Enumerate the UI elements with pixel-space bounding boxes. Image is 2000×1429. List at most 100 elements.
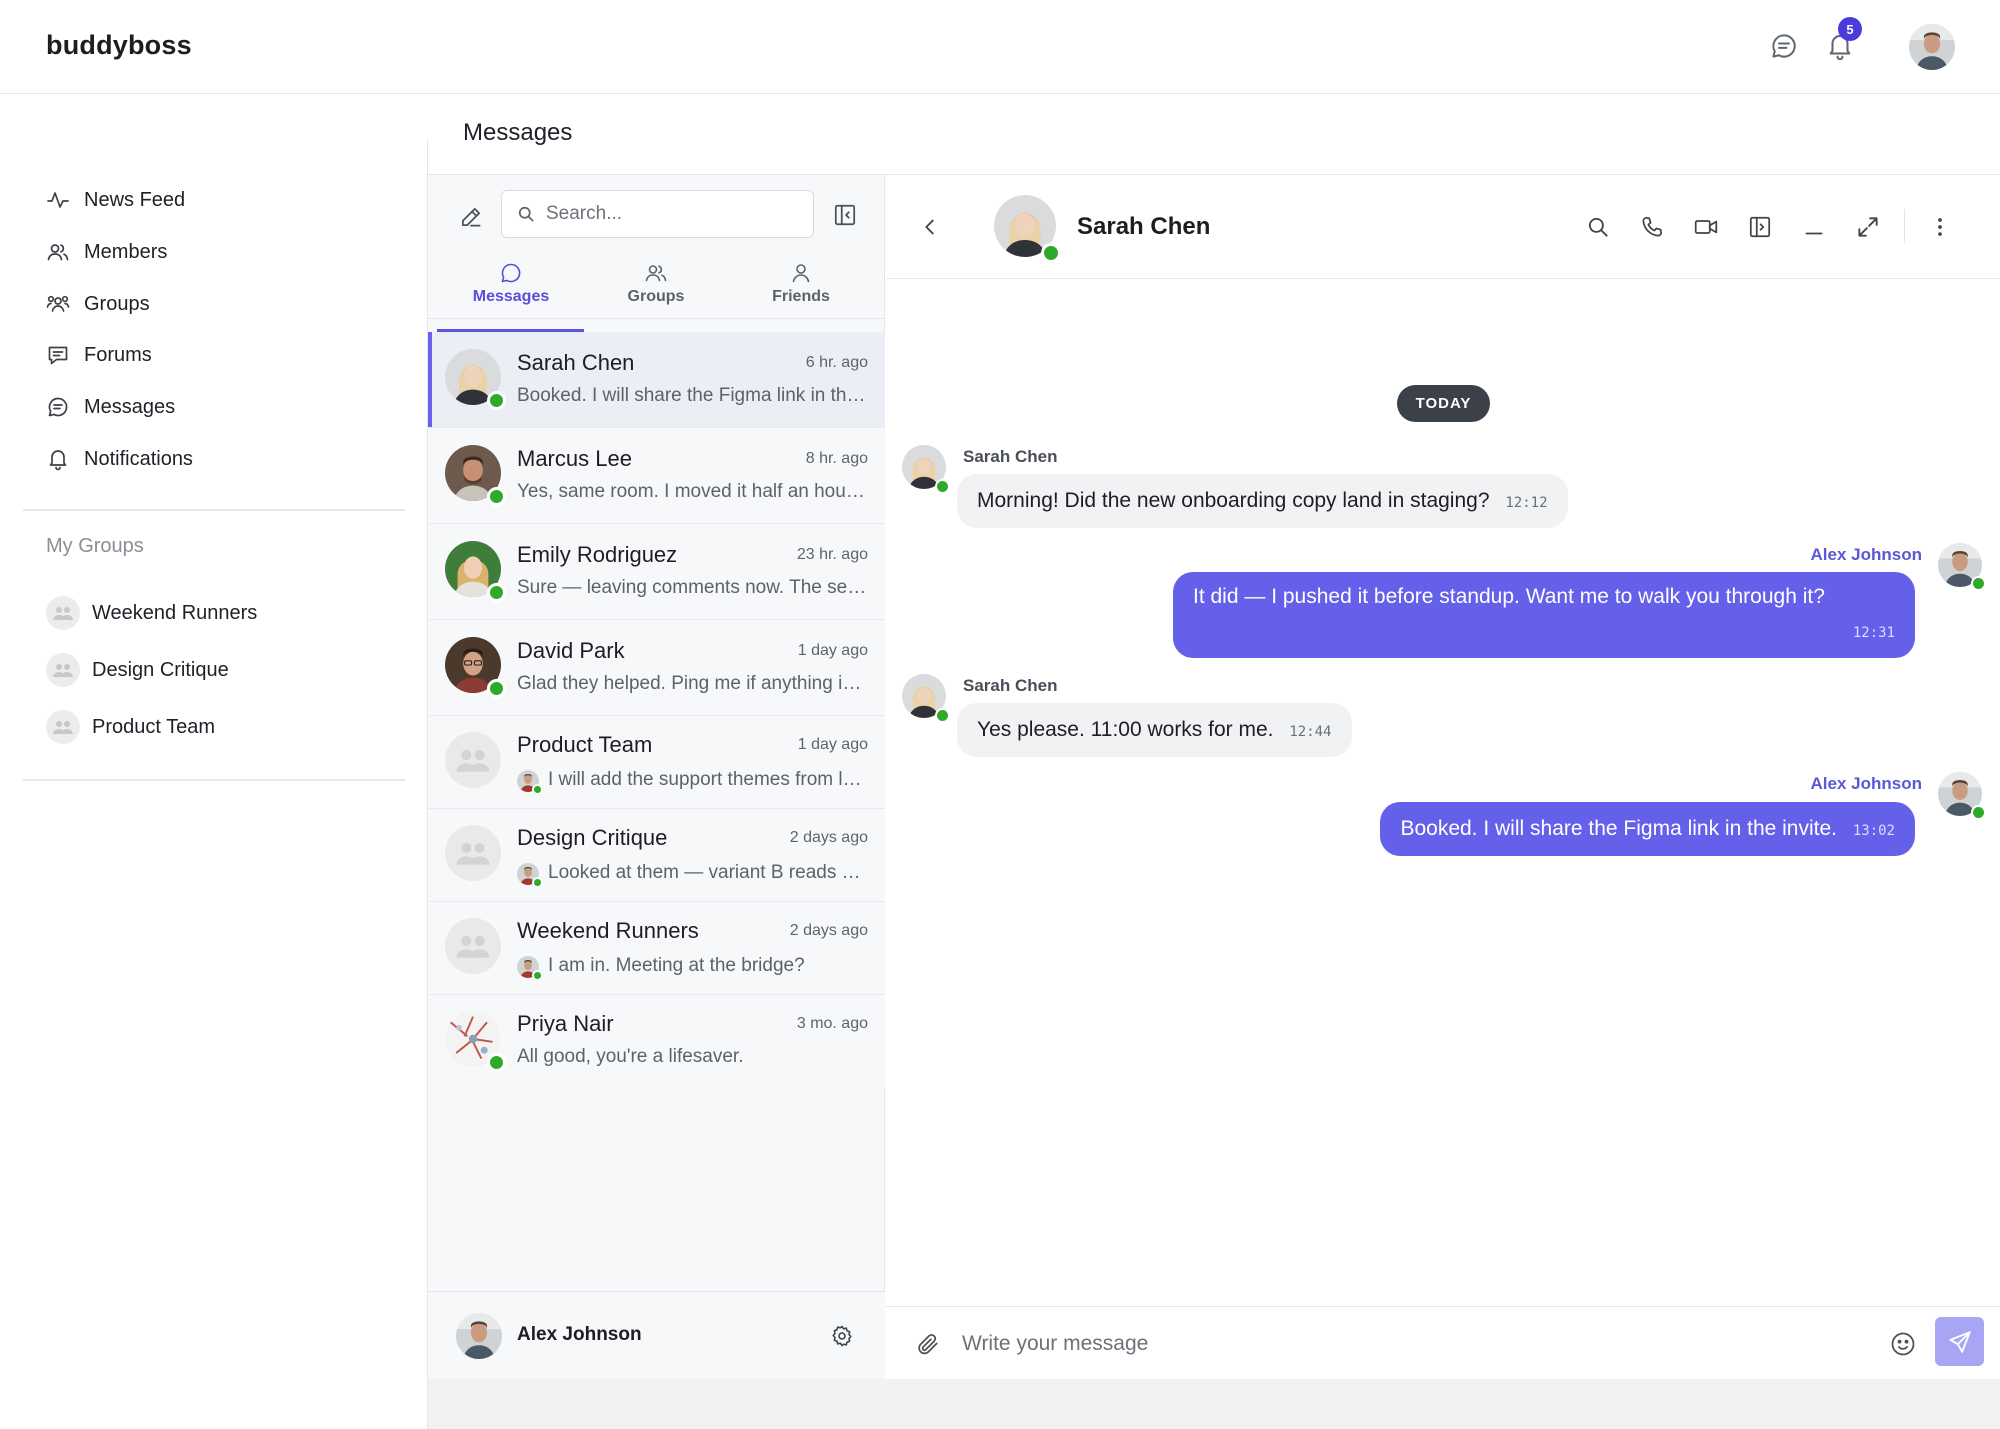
back-button[interactable] (914, 211, 946, 243)
smiley-icon (1891, 1332, 1915, 1356)
conversation-item[interactable]: Product Team 1 day ago I will add the su… (428, 716, 885, 809)
conversation-time: 23 hr. ago (796, 546, 868, 563)
header-separator (1904, 209, 1905, 243)
search-conversation-button[interactable] (1581, 210, 1615, 244)
toggle-details-button[interactable] (1743, 210, 1777, 244)
attach-button[interactable] (911, 1327, 945, 1361)
message-text: It did — I pushed it before standup. Wan… (1193, 585, 1825, 608)
page-title: Messages (463, 119, 573, 146)
conversation-item[interactable]: Weekend Runners 2 days ago I am in. Meet… (428, 902, 885, 995)
online-status-dot (487, 583, 506, 602)
current-user-bar: Alex Johnson (428, 1291, 885, 1379)
more-options-button[interactable] (1923, 210, 1957, 244)
search-icon (1588, 217, 1608, 237)
conversation-panel: Messages Groups Friends Sarah Chen 6 hr.… (428, 175, 885, 1379)
collapse-panel-button[interactable] (828, 198, 862, 232)
my-group-weekend-runners[interactable]: Weekend Runners (46, 595, 257, 631)
online-status-dot (487, 487, 506, 506)
conversation-item[interactable]: Design Critique 2 days ago Looked at the… (428, 809, 885, 902)
conversation-preview: Looked at them — variant B reads cleaner… (548, 862, 867, 883)
conversation-item[interactable]: Priya Nair 3 mo. ago All good, you're a … (428, 995, 885, 1088)
conversation-item[interactable]: Marcus Lee 8 hr. ago Yes, same room. I m… (428, 428, 885, 524)
conversation-preview: All good, you're a lifesaver. (517, 1046, 744, 1067)
group-avatar-icon (445, 918, 501, 974)
nav-item-news-feed[interactable]: News Feed (46, 182, 185, 218)
messages-top-icon[interactable] (1766, 28, 1802, 64)
send-button[interactable] (1935, 1317, 1984, 1366)
nav-item-notifications[interactable]: Notifications (46, 441, 193, 477)
my-group-design-critique[interactable]: Design Critique (46, 652, 229, 688)
message-bubble: Booked. I will share the Figma link in t… (1380, 802, 1915, 856)
conversation-name: Product Team (517, 732, 653, 757)
sidebar-expand-icon (1749, 216, 1771, 238)
expand-button[interactable] (1851, 210, 1885, 244)
left-sidebar: News Feed Members Groups Forums Messages… (0, 95, 428, 1429)
online-status-dot (1041, 243, 1061, 263)
conversation-preview: I will add the support themes from last … (548, 769, 867, 790)
gear-icon (832, 1325, 852, 1347)
conversation-preview: Booked. I will share the Figma link in t… (517, 385, 867, 406)
conversation-name: Sarah Chen (517, 350, 635, 375)
conversation-item[interactable]: Emily Rodriguez 23 hr. ago Sure — leavin… (428, 524, 885, 620)
nav-item-groups[interactable]: Groups (46, 286, 150, 322)
message-text: Yes please. 11:00 works for me. (977, 718, 1274, 741)
nav-item-label: News Feed (84, 188, 186, 211)
message-input[interactable] (962, 1325, 1842, 1363)
search-box[interactable] (501, 190, 814, 238)
message-sender-name: Alex Johnson (1810, 545, 1922, 564)
online-status-dot (532, 970, 543, 981)
my-groups-heading: My Groups (46, 535, 144, 557)
site-logo[interactable]: buddyboss (46, 30, 192, 61)
nav-item-label: Forums (84, 343, 152, 366)
message-time: 12:12 (1505, 495, 1548, 511)
my-group-label: Weekend Runners (92, 601, 258, 624)
message-composer (886, 1306, 2000, 1379)
conversation-item[interactable]: David Park 1 day ago Glad they helped. P… (428, 620, 885, 716)
nav-divider (23, 509, 405, 511)
my-group-product-team[interactable]: Product Team (46, 709, 215, 745)
tab-messages[interactable]: Messages (468, 261, 554, 319)
emoji-button[interactable] (1886, 1327, 1920, 1361)
online-status-dot (487, 391, 506, 410)
conversation-time: 1 day ago (797, 736, 868, 753)
voice-call-button[interactable] (1635, 210, 1669, 244)
online-status-dot (487, 1053, 506, 1072)
user-avatar[interactable] (1909, 24, 1955, 70)
tab-friends[interactable]: Friends (769, 261, 833, 319)
conversation-preview: Glad they helped. Ping me if anything is… (517, 673, 867, 694)
paperclip-icon (918, 1334, 938, 1355)
message-sender-name: Alex Johnson (1810, 774, 1922, 793)
nav-divider (23, 779, 405, 781)
conversation-item[interactable]: Sarah Chen 6 hr. ago Booked. I will shar… (428, 332, 885, 428)
current-user-name: Alex Johnson (517, 1324, 642, 1345)
minimize-button[interactable] (1797, 210, 1831, 244)
members-icon (47, 244, 69, 261)
video-camera-icon (1694, 220, 1718, 234)
nav-item-messages[interactable]: Messages (46, 389, 175, 425)
conversation-name: Weekend Runners (517, 918, 699, 943)
page-bottom-strip (428, 1379, 2000, 1429)
user-icon (792, 264, 810, 283)
tab-groups[interactable]: Groups (624, 261, 688, 319)
nav-item-members[interactable]: Members (46, 234, 167, 270)
conversation-time: 8 hr. ago (805, 450, 868, 467)
video-call-button[interactable] (1689, 210, 1723, 244)
search-icon (518, 206, 534, 222)
tab-label: Messages (472, 288, 550, 305)
notification-count-badge: 5 (1838, 17, 1862, 41)
search-input[interactable] (546, 203, 806, 225)
nav-item-forums[interactable]: Forums (46, 337, 152, 373)
expand-icon (1858, 217, 1878, 237)
tab-label: Groups (627, 288, 685, 305)
message-bubble: Yes please. 11:00 works for me. 12:44 (957, 703, 1352, 757)
settings-button[interactable] (826, 1320, 858, 1352)
conversation-preview: Yes, same room. I moved it half an hour … (517, 481, 867, 502)
messages-icon (501, 263, 521, 283)
conversation-time: 2 days ago (789, 829, 868, 846)
group-avatar-icon (445, 825, 501, 881)
user-avatar[interactable] (456, 1313, 502, 1359)
chat-contact-name[interactable]: Sarah Chen (1077, 213, 1210, 241)
online-status-dot (532, 877, 543, 888)
compose-button[interactable] (453, 199, 489, 235)
conversation-name: Design Critique (517, 825, 668, 850)
